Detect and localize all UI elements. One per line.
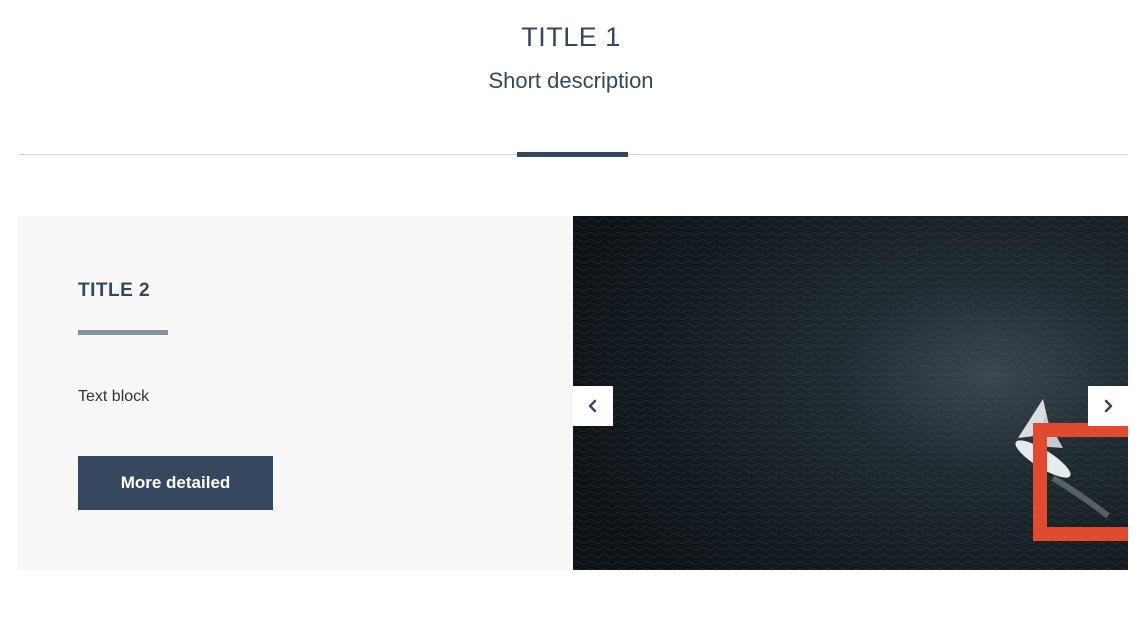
slider-prev-button[interactable]	[573, 386, 613, 426]
card-title-underline	[78, 330, 168, 335]
chevron-left-icon	[588, 399, 597, 413]
image-slider	[573, 216, 1128, 570]
more-detailed-button[interactable]: More detailed	[78, 456, 273, 510]
slide-image	[573, 216, 1128, 570]
card-text: Text block	[78, 388, 150, 405]
page-subtitle: Short description	[488, 68, 654, 93]
section-divider-accent	[517, 152, 628, 157]
page-title: TITLE 1	[521, 22, 621, 52]
info-card: TITLE 2 Text block More detailed	[18, 216, 573, 570]
slider-next-button[interactable]	[1088, 386, 1128, 426]
chevron-right-icon	[1104, 399, 1113, 413]
card-title: TITLE 2	[78, 280, 151, 301]
